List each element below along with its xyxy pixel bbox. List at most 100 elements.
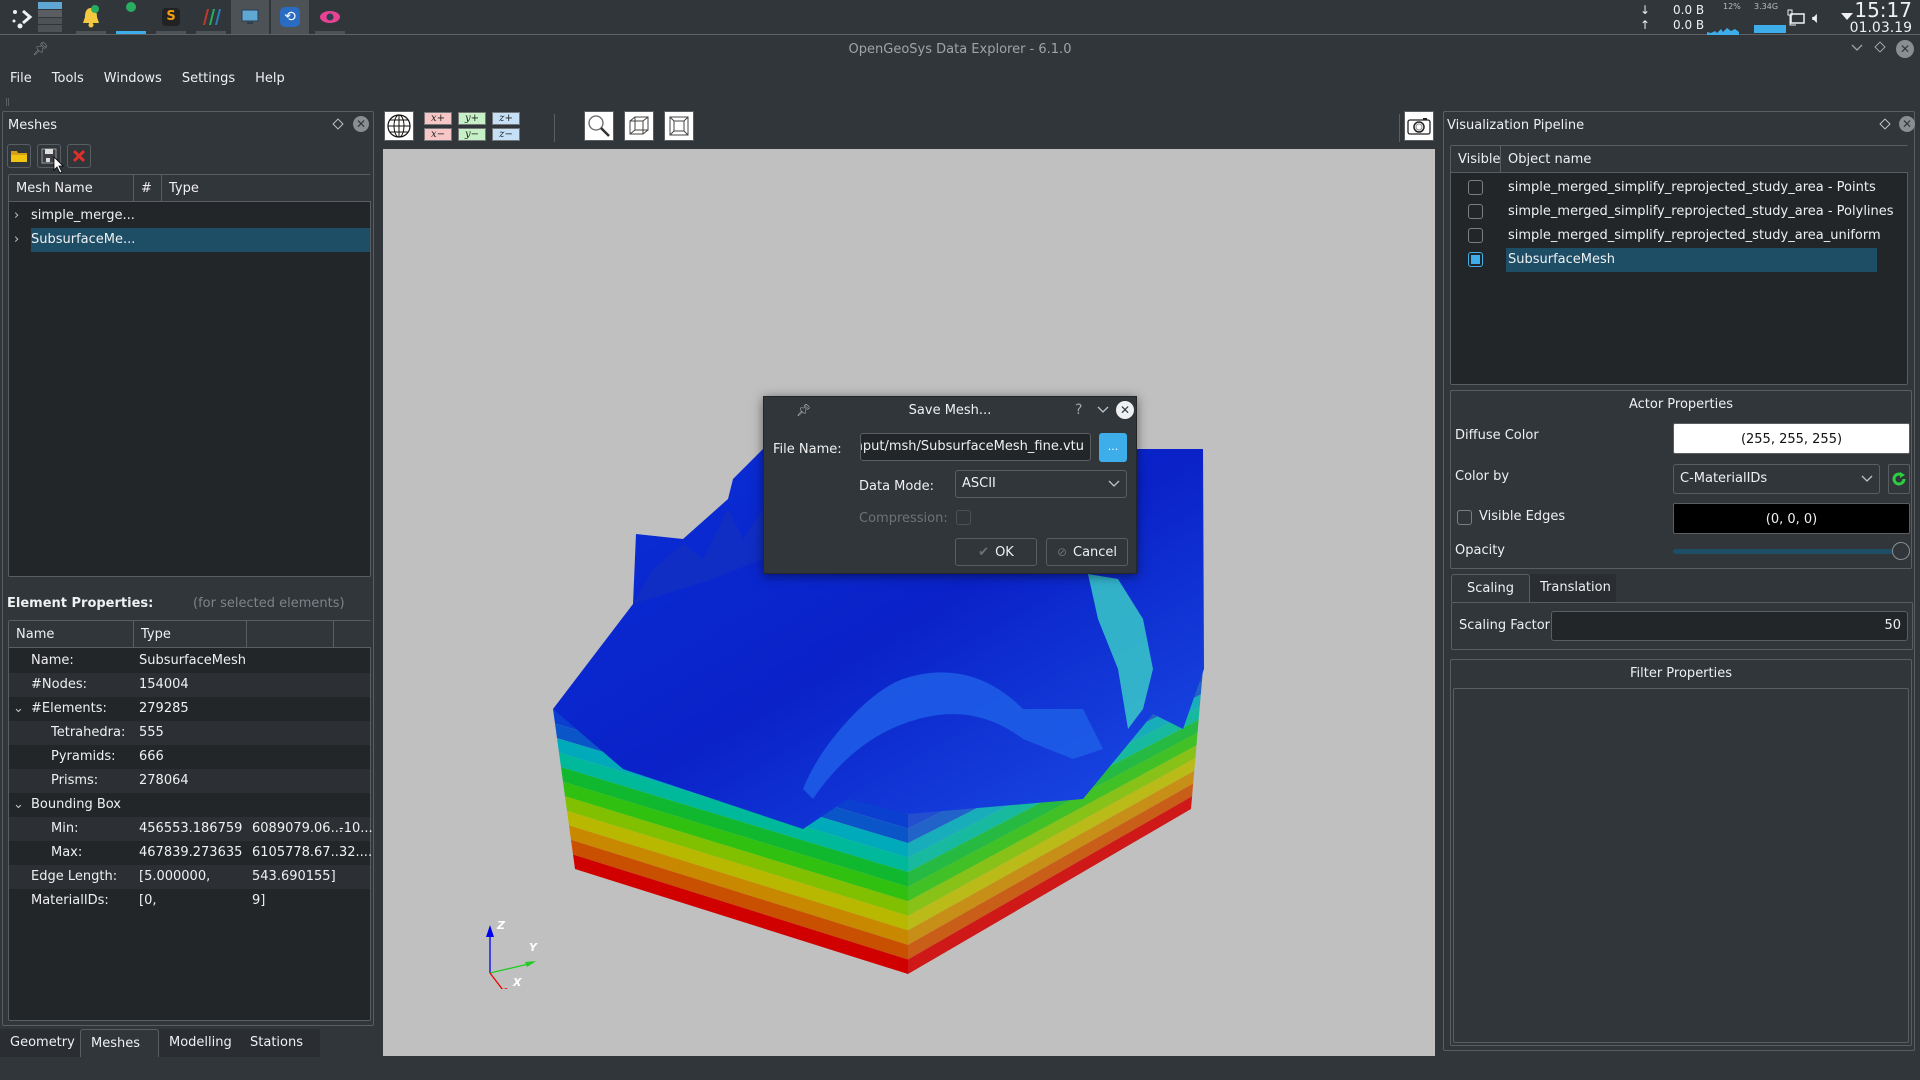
mesh-row[interactable]: › simple_merge... — [9, 204, 370, 228]
expand-arrow-icon[interactable]: › — [14, 204, 19, 228]
collapse-arrow-icon[interactable]: ⌄ — [13, 793, 24, 817]
taskbar-item-desktop[interactable] — [231, 0, 269, 34]
column-header-name[interactable]: Name — [9, 621, 134, 648]
visibility-checkbox[interactable] — [1468, 252, 1483, 267]
volume-icon[interactable]: 🔈︎ — [1812, 8, 1822, 28]
color-by-select[interactable]: C-MaterialIDs — [1673, 464, 1880, 494]
toolbar-handle[interactable] — [6, 98, 9, 106]
tab-stations[interactable]: Stations — [240, 1029, 320, 1057]
projection-button[interactable] — [384, 111, 414, 141]
visibility-checkbox[interactable] — [1468, 204, 1483, 219]
toolbar-separator — [1399, 114, 1400, 142]
clock[interactable]: 15:17 01.03.19 — [1850, 0, 1912, 35]
column-header-type[interactable]: Type — [162, 175, 371, 202]
taskbar-item-sublime[interactable]: S — [152, 0, 190, 34]
cancel-button[interactable]: ⊘ Cancel — [1046, 538, 1128, 566]
perspective-button[interactable] — [624, 111, 654, 141]
dock-close-button[interactable]: ✕ — [353, 116, 369, 132]
view-axis-button[interactable]: y− — [458, 128, 486, 141]
scaling-factor-input[interactable]: 50 — [1551, 611, 1908, 641]
visibility-checkbox[interactable] — [1468, 180, 1483, 195]
menu-settings[interactable]: Settings — [172, 66, 245, 94]
3d-viewport[interactable]: Z Y X — [383, 149, 1435, 1056]
property-row[interactable]: MaterialIDs: [0, 9] — [9, 889, 370, 913]
minimize-button[interactable] — [1851, 42, 1863, 57]
tab-meshes[interactable]: Meshes — [80, 1029, 159, 1057]
taskbar-item-eye-app[interactable] — [311, 0, 349, 34]
pipeline-row[interactable]: simple_merged_simplify_reprojected_study… — [1451, 200, 1907, 224]
dialog-close-button[interactable]: ✕ — [1116, 401, 1134, 419]
dock-float-button[interactable] — [332, 118, 344, 130]
dock-float-button[interactable] — [1879, 118, 1891, 130]
pipeline-row[interactable]: SubsurfaceMesh — [1451, 248, 1907, 272]
network-icon[interactable] — [1787, 9, 1805, 31]
property-row[interactable]: Tetrahedra: 555 — [9, 721, 370, 745]
opacity-slider[interactable] — [1673, 542, 1910, 560]
property-row[interactable]: Edge Length: [5.000000, 543.690155] — [9, 865, 370, 889]
column-header-4[interactable] — [334, 621, 371, 648]
column-header-count[interactable]: # — [134, 175, 162, 202]
tab-scaling[interactable]: Scaling — [1451, 574, 1530, 602]
pipeline-row[interactable]: simple_merged_simplify_reprojected_study… — [1451, 176, 1907, 200]
app-launcher-button[interactable] — [6, 0, 38, 34]
visibility-checkbox[interactable] — [1468, 228, 1483, 243]
view-axis-button[interactable]: y+ — [458, 112, 486, 125]
help-button[interactable]: ? — [1075, 402, 1082, 418]
refresh-color-button[interactable] — [1888, 464, 1910, 494]
property-row[interactable]: Prisms: 278064 — [9, 769, 370, 793]
edge-color-button[interactable]: (0, 0, 0) — [1673, 503, 1910, 534]
property-row[interactable]: ⌄ Bounding Box — [9, 793, 370, 817]
compression-checkbox[interactable] — [956, 510, 971, 525]
tab-translation[interactable]: Translation — [1530, 574, 1616, 602]
diffuse-color-button[interactable]: (255, 255, 255) — [1673, 423, 1910, 454]
expand-arrow-icon[interactable]: › — [14, 228, 19, 252]
column-header-3[interactable] — [247, 621, 334, 648]
data-mode-select[interactable]: ASCII — [955, 470, 1127, 498]
close-window-button[interactable]: ✕ — [1896, 40, 1914, 58]
collapse-arrow-icon[interactable]: ⌄ — [13, 697, 24, 721]
property-row[interactable]: Max: 467839.273635 6105778.67... 32.... — [9, 841, 372, 865]
opacity-slider-handle[interactable] — [1892, 542, 1910, 560]
open-mesh-button[interactable] — [7, 144, 31, 168]
view-axis-button[interactable]: z− — [492, 128, 520, 141]
property-value-2: 9] — [252, 893, 266, 908]
menu-tools[interactable]: Tools — [42, 66, 94, 94]
menu-help[interactable]: Help — [245, 66, 295, 94]
property-row[interactable]: ⌄ #Elements: 279285 — [9, 697, 370, 721]
visible-edges-checkbox[interactable] — [1457, 510, 1472, 525]
view-axis-button[interactable]: x− — [424, 128, 452, 141]
view-axis-button[interactable]: x+ — [424, 112, 452, 125]
reset-view-button[interactable] — [664, 111, 694, 141]
property-row[interactable]: Name: SubsurfaceMesh — [9, 649, 370, 673]
tab-geometry[interactable]: Geometry — [0, 1029, 80, 1057]
menu-file[interactable]: File — [0, 66, 42, 94]
column-header-type[interactable]: Type — [134, 621, 247, 648]
pager-button[interactable] — [37, 0, 63, 34]
taskbar-item-teamviewer[interactable]: ⟲ — [271, 0, 309, 34]
property-row[interactable]: Pyramids: 666 — [9, 745, 370, 769]
taskbar-item-notifications[interactable] — [72, 0, 110, 34]
menu-windows[interactable]: Windows — [94, 66, 172, 94]
column-header-mesh-name[interactable]: Mesh Name — [9, 175, 134, 202]
file-name-input[interactable]: input/msh/SubsurfaceMesh_fine.vtu — [860, 433, 1091, 461]
property-name: Min: — [51, 821, 79, 836]
column-header-visible[interactable]: Visible — [1451, 146, 1501, 173]
dock-close-button[interactable]: ✕ — [1899, 116, 1915, 132]
mesh-row[interactable]: › SubsurfaceMe... — [9, 228, 370, 252]
taskbar-item-paraview[interactable] — [192, 0, 230, 34]
pipeline-row[interactable]: simple_merged_simplify_reprojected_study… — [1451, 224, 1907, 248]
dialog-minimize-button[interactable] — [1097, 404, 1109, 419]
view-axis-button[interactable]: z+ — [492, 112, 520, 125]
property-row[interactable]: #Nodes: 154004 — [9, 673, 370, 697]
screenshot-button[interactable] — [1404, 111, 1434, 141]
maximize-button[interactable] — [1874, 41, 1886, 53]
remove-mesh-button[interactable] — [67, 144, 91, 168]
column-header-object-name[interactable]: Object name — [1501, 146, 1908, 173]
property-row[interactable]: Min: 456553.186759 6089079.06... -10... — [9, 817, 373, 841]
zoom-button[interactable] — [584, 111, 614, 141]
ok-button[interactable]: ✔ OK — [955, 538, 1037, 566]
browse-button[interactable]: ... — [1099, 433, 1127, 462]
tab-modelling[interactable]: Modelling — [159, 1029, 240, 1057]
taskbar-item-opengeosys[interactable] — [112, 0, 150, 34]
window-titlebar: 📌︎ OpenGeoSys Data Explorer - 6.1.0 — [0, 36, 1920, 64]
